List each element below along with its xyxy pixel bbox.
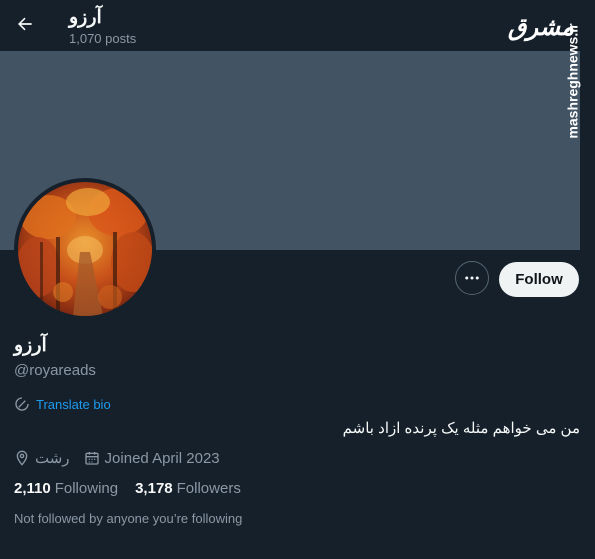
following-label: Following bbox=[54, 480, 119, 497]
avatar-image bbox=[18, 182, 152, 316]
more-options-button[interactable] bbox=[455, 261, 489, 295]
profile-bio: من می خواهم مثله یک پرنده ازاد باشم bbox=[342, 420, 580, 437]
location-item: رشت bbox=[14, 449, 70, 467]
more-horizontal-icon bbox=[465, 276, 479, 280]
follow-button[interactable]: Follow bbox=[499, 262, 579, 297]
followers-link[interactable]: 3,178 Followers bbox=[135, 480, 241, 497]
header-display-name: آرزو bbox=[69, 7, 102, 28]
calendar-icon bbox=[84, 452, 99, 465]
back-button[interactable] bbox=[8, 7, 42, 41]
profile-meta: رشت Joined April 2023 bbox=[14, 449, 220, 467]
location-text: رشت bbox=[35, 450, 70, 467]
followers-count: 3,178 bbox=[135, 480, 173, 497]
arrow-left-icon bbox=[18, 17, 32, 31]
translate-bio-link[interactable]: Translate bio bbox=[14, 396, 111, 412]
watermark-site: mashreghnews.ir bbox=[562, 23, 584, 138]
translate-bio-label: Translate bio bbox=[36, 396, 111, 412]
mutual-followers-note: Not followed by anyone you’re following bbox=[14, 511, 243, 526]
following-count: 2,110 bbox=[14, 480, 51, 497]
follow-stats: 2,110 Following 3,178 Followers bbox=[14, 480, 241, 497]
avatar[interactable] bbox=[14, 178, 156, 320]
profile-display-name: آرزو bbox=[14, 335, 47, 356]
joined-item: Joined April 2023 bbox=[84, 450, 220, 467]
profile-page: آرزو 1,070 posts مشرق mashreghnews.ir Fo… bbox=[0, 0, 595, 559]
following-link[interactable]: 2,110 Following bbox=[14, 480, 118, 497]
location-pin-icon bbox=[16, 450, 28, 466]
joined-text: Joined April 2023 bbox=[104, 449, 220, 467]
followers-label: Followers bbox=[176, 480, 241, 497]
translate-icon bbox=[15, 397, 29, 411]
header-post-count: 1,070 posts bbox=[69, 31, 137, 46]
profile-handle: @royareads bbox=[14, 362, 96, 379]
watermark-site-text: mashreghnews.ir bbox=[565, 23, 581, 139]
